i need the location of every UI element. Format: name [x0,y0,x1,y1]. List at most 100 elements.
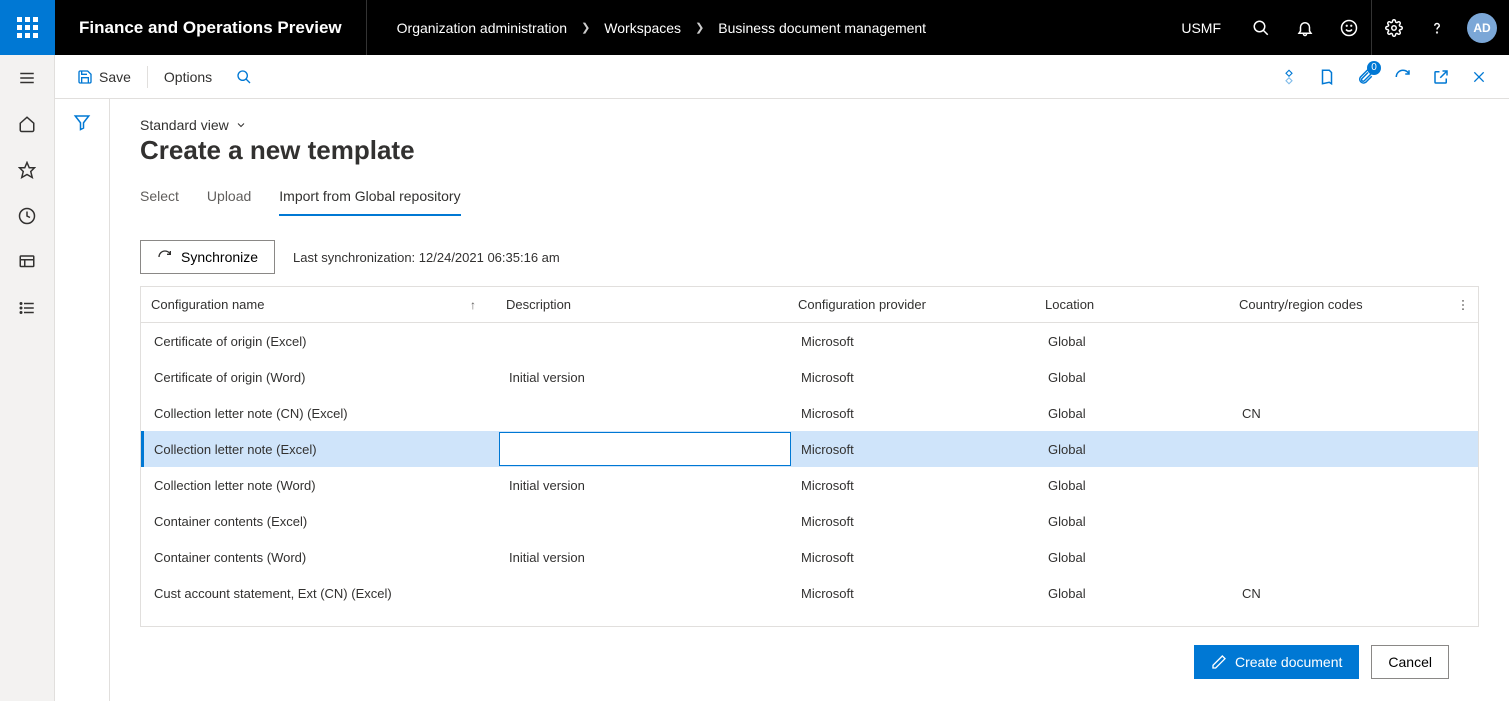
company-code[interactable]: USMF [1163,20,1239,36]
create-document-button[interactable]: Create document [1194,645,1359,679]
nav-modules-button[interactable] [0,285,55,331]
options-label: Options [164,69,212,85]
cell-name: Collection letter note (CN) (Excel) [144,395,499,431]
workspace-icon [18,253,36,271]
breadcrumb: Organization administration ❯ Workspaces… [367,20,1164,36]
pencil-icon [1211,654,1227,670]
nav-expand-button[interactable] [0,55,55,101]
cell-provider: Microsoft [791,503,1038,539]
close-button[interactable] [1461,59,1497,95]
refresh-icon [1394,68,1412,86]
cell-country [1232,503,1478,539]
search-icon [236,69,252,85]
tab-import[interactable]: Import from Global repository [279,182,460,216]
popout-button[interactable] [1423,59,1459,95]
app-launcher-button[interactable] [0,0,55,55]
cell-description: Initial version [499,467,791,503]
cell-provider: Microsoft [791,431,1038,467]
tab-upload[interactable]: Upload [207,182,251,216]
table-row[interactable]: Certificate of origin (Excel)MicrosoftGl… [141,323,1478,359]
breadcrumb-item[interactable]: Organization administration [397,20,567,36]
table-row[interactable]: Collection letter note (Excel)MicrosoftG… [141,431,1478,467]
nav-workspaces-button[interactable] [0,239,55,285]
description-input[interactable] [500,433,790,465]
cell-description[interactable] [499,432,791,466]
hamburger-icon [18,69,36,87]
bell-icon [1296,19,1314,37]
close-icon [1471,69,1487,85]
cell-location: Global [1038,467,1232,503]
sort-asc-icon: ↑ [470,298,476,312]
chevron-right-icon: ❯ [581,21,590,34]
cell-country: CN [1232,575,1478,611]
save-label: Save [99,69,131,85]
cell-provider: Microsoft [791,467,1038,503]
office-button[interactable] [1309,59,1345,95]
office-icon [1318,68,1336,86]
cell-name: Container contents (Excel) [144,503,499,539]
table-row[interactable]: Cust account statement, Ext (CN) (Excel)… [141,575,1478,611]
cell-name: Certificate of origin (Word) [144,359,499,395]
help-button[interactable] [1415,0,1459,55]
cell-country [1232,467,1478,503]
table-row[interactable]: Certificate of origin (Word)Initial vers… [141,359,1478,395]
cell-country: CN [1232,395,1478,431]
column-header-provider[interactable]: Configuration provider [788,297,1035,312]
synchronize-button[interactable]: Synchronize [140,240,275,274]
nav-home-button[interactable] [0,101,55,147]
search-button[interactable] [1239,0,1283,55]
nav-recent-button[interactable] [0,193,55,239]
more-vertical-icon [1456,298,1470,312]
list-icon [18,299,36,317]
cell-description [499,323,791,359]
refresh-button[interactable] [1385,59,1421,95]
app-title: Finance and Operations Preview [55,0,367,55]
home-icon [18,115,36,133]
attachments-button[interactable]: 0 [1347,59,1383,95]
grid-body[interactable]: Certificate of origin (Excel)MicrosoftGl… [141,323,1478,626]
table-row[interactable]: Collection letter note (CN) (Excel) Micro… [141,395,1478,431]
column-header-description[interactable]: Description [496,297,788,312]
page-search-button[interactable] [226,63,262,91]
clock-icon [18,207,36,225]
diamond-icon [1280,68,1298,86]
options-button[interactable]: Options [154,63,222,91]
templates-grid: Configuration name ↑ Description Configu… [140,286,1479,627]
grid-options-button[interactable] [1448,298,1478,312]
cancel-button[interactable]: Cancel [1371,645,1449,679]
feedback-button[interactable] [1327,0,1371,55]
cell-location: Global [1038,431,1232,467]
breadcrumb-item[interactable]: Workspaces [604,20,681,36]
view-picker[interactable]: Standard view [140,117,1479,133]
action-bar: Save Options 0 [55,55,1509,99]
cell-location: Global [1038,575,1232,611]
cell-provider: Microsoft [791,575,1038,611]
column-header-location[interactable]: Location [1035,297,1229,312]
cell-location: Global [1038,359,1232,395]
filter-button[interactable] [73,113,91,701]
column-header-country[interactable]: Country/region codes [1229,297,1448,312]
table-row[interactable]: Collection letter note (Word)Initial ver… [141,467,1478,503]
nav-favorites-button[interactable] [0,147,55,193]
diamond-button[interactable] [1271,59,1307,95]
settings-button[interactable] [1371,0,1415,55]
breadcrumb-item[interactable]: Business document management [718,20,926,36]
smiley-icon [1340,19,1358,37]
cell-location: Global [1038,395,1232,431]
user-avatar[interactable]: AD [1467,13,1497,43]
table-row[interactable]: Container contents (Word)Initial version… [141,539,1478,575]
cell-name: Certificate of origin (Excel) [144,323,499,359]
tab-select[interactable]: Select [140,182,179,216]
notifications-button[interactable] [1283,0,1327,55]
cell-provider: Microsoft [791,395,1038,431]
footer: Create document Cancel [140,627,1479,701]
cell-name: Container contents (Word) [144,539,499,575]
cell-description: Initial version [499,539,791,575]
cell-country [1232,359,1478,395]
refresh-icon [157,249,173,265]
cell-location: Global [1038,539,1232,575]
table-row[interactable]: Container contents (Excel)MicrosoftGloba… [141,503,1478,539]
save-button[interactable]: Save [67,63,141,91]
column-header-name[interactable]: Configuration name ↑ [141,297,496,312]
header-actions: USMF AD [1163,0,1509,55]
